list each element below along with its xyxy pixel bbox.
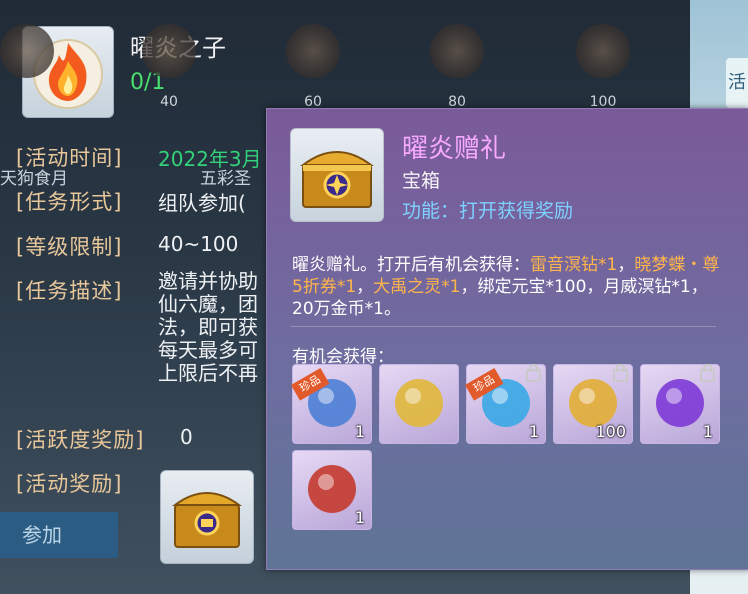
milestone-value: 40 (160, 94, 178, 110)
ice-crystal-item[interactable]: 珍品 1 (291, 364, 372, 444)
desc-line: 上限后不再 (158, 361, 258, 385)
money-bag-item[interactable]: 1 (292, 450, 372, 530)
level-limit-value: 40~100 (158, 232, 239, 256)
item-count: 100 (595, 422, 626, 441)
join-button[interactable]: 参加 (0, 512, 118, 558)
tooltip-type: 宝箱 (402, 170, 441, 192)
tooltip-function: 功能：打开获得奖励 (402, 200, 574, 222)
desc-prefix: 曜炎赠礼。打开后有机会获得： (292, 255, 530, 275)
discount-ticket-item-icon (395, 379, 443, 427)
milestone-chest-icon[interactable] (142, 24, 196, 78)
activity-time-value: 2022年3月 (158, 147, 262, 171)
level-limit-label: [等级限制] (16, 235, 123, 259)
desc-suffix: 。 (383, 299, 401, 319)
desc-item: 大禹之灵*1 (373, 277, 461, 297)
activity-time-label: [活动时间] (16, 146, 123, 170)
task-form-value: 组队参加( (158, 191, 246, 215)
activity-reward-value: 0 (180, 425, 193, 449)
desc-item: 月威溟钻*1 (603, 277, 691, 297)
discount-ticket-item[interactable] (379, 364, 459, 444)
lock-icon (700, 364, 715, 382)
item-count: 1 (528, 422, 539, 441)
lock-icon (613, 364, 628, 382)
treasure-chest-icon (290, 128, 384, 222)
task-desc-text: 邀请并协助 仙六魔，团 法，即可获 每天最多可 上限后不再 (158, 270, 268, 385)
tooltip-description: 曜炎赠礼。打开后有机会获得：雷音溟钻*1，晓梦蝶・尊5折券*1，大禹之灵*1，绑… (292, 255, 720, 319)
tooltip-title: 曜炎赠礼 (402, 134, 507, 164)
item-count: 1 (354, 422, 365, 441)
desc-item: 雷音溟钻*1 (530, 255, 618, 275)
event-reward-label: [活动奖励] (16, 472, 123, 496)
desc-line: 每天最多可 (158, 338, 258, 362)
tooltip-divider (290, 326, 716, 327)
milestone-chest-icon[interactable] (286, 24, 340, 78)
item-count: 1 (354, 508, 365, 527)
task-desc-label: [任务描述] (16, 279, 123, 303)
task-form-label: [任务形式] (16, 190, 123, 214)
milestone-chest-icon[interactable] (430, 24, 484, 78)
item-count: 1 (702, 422, 713, 441)
desc-line: 法，即可获 (158, 315, 258, 339)
desc-item: 绑定元宝*100 (477, 277, 587, 297)
desc-line: 邀请并协助 (158, 269, 258, 293)
reward-chest-icon[interactable] (160, 470, 254, 564)
milestone-chest-icon[interactable] (576, 24, 630, 78)
side-tab[interactable]: 活 (726, 58, 748, 108)
lock-icon (526, 364, 541, 382)
desc-item: 20万金币*1 (292, 299, 384, 319)
activity-reward-label: [活跃度奖励] (16, 428, 145, 452)
gold-ingot-item[interactable]: 100 (553, 364, 633, 444)
spirit-orb-item[interactable]: 珍品 1 (465, 364, 546, 444)
desc-line: 仙六魔，团 (158, 292, 258, 316)
purple-gem-item[interactable]: 1 (640, 364, 720, 444)
milestone-chest-icon[interactable] (0, 24, 54, 78)
